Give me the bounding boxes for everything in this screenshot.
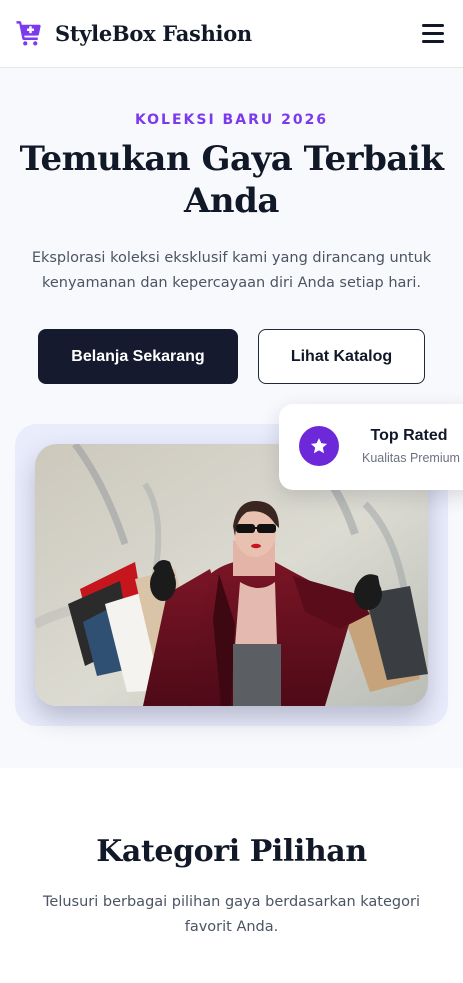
- star-icon: [310, 438, 328, 454]
- rating-title: Top Rated: [370, 427, 448, 444]
- categories-title: Kategori Pilihan: [96, 834, 367, 869]
- hero-title: Temukan Gaya Terbaik Anda: [19, 139, 444, 221]
- hamburger-menu-button[interactable]: [420, 22, 446, 44]
- categories-section: Kategori Pilihan Telusuri berbagai pilih…: [0, 768, 463, 983]
- hamburger-menu-icon: [422, 40, 444, 43]
- rating-badge: [299, 426, 339, 466]
- hamburger-menu-icon: [422, 24, 444, 27]
- shopping-cart-add-icon: [16, 21, 41, 46]
- brand-logo-link[interactable]: StyleBox Fashion: [14, 18, 252, 48]
- hero-description: Eksplorasi koleksi eksklusif kami yang d…: [31, 250, 432, 291]
- categories-description: Telusuri berbagai pilihan gaya berdasark…: [43, 894, 420, 935]
- rating-subtitle: Kualitas Premium: [362, 451, 460, 465]
- view-catalog-button[interactable]: Lihat Katalog: [258, 329, 425, 384]
- top-rated-card: Top Rated Kualitas Premium: [279, 404, 463, 490]
- navbar: StyleBox Fashion: [0, 0, 463, 68]
- shop-now-button[interactable]: Belanja Sekarang: [38, 329, 238, 384]
- hero-eyebrow: KOLEKSI BARU 2026: [134, 112, 329, 128]
- hamburger-menu-icon: [422, 32, 444, 35]
- brand-name: StyleBox Fashion: [55, 20, 252, 46]
